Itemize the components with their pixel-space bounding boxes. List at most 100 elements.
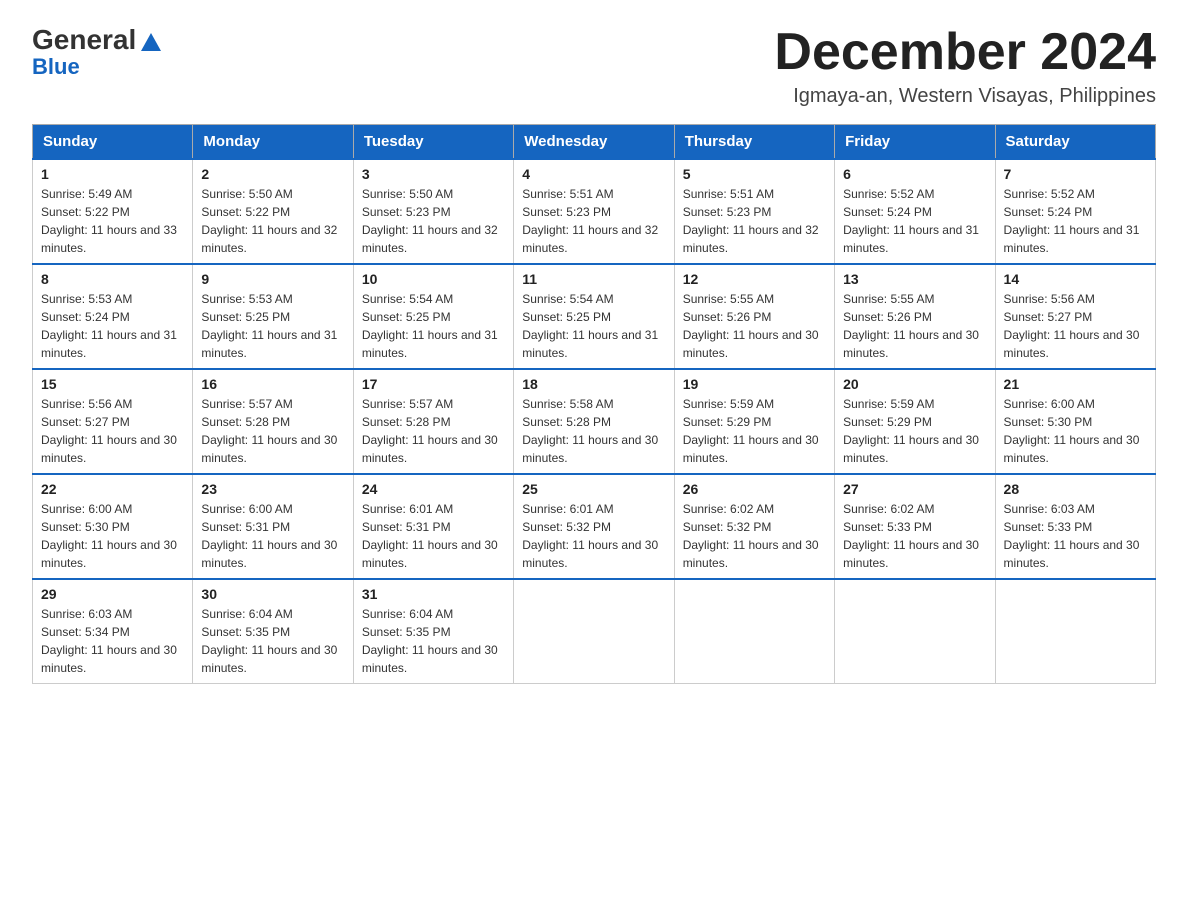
logo-blue-text: Blue [32,54,80,80]
day-number: 7 [1004,166,1147,182]
day-info: Sunrise: 6:01 AMSunset: 5:32 PMDaylight:… [522,500,665,572]
day-info: Sunrise: 5:55 AMSunset: 5:26 PMDaylight:… [683,290,826,362]
day-info: Sunrise: 6:00 AMSunset: 5:30 PMDaylight:… [41,500,184,572]
day-info: Sunrise: 5:50 AMSunset: 5:22 PMDaylight:… [201,185,344,257]
table-row: 17 Sunrise: 5:57 AMSunset: 5:28 PMDaylig… [353,369,513,474]
col-sunday: Sunday [33,125,193,160]
calendar-week-row: 22 Sunrise: 6:00 AMSunset: 5:30 PMDaylig… [33,474,1156,579]
location-subtitle: Igmaya-an, Western Visayas, Philippines [774,85,1156,108]
day-number: 30 [201,586,344,602]
day-info: Sunrise: 5:55 AMSunset: 5:26 PMDaylight:… [843,290,986,362]
day-number: 27 [843,481,986,497]
table-row: 8 Sunrise: 5:53 AMSunset: 5:24 PMDayligh… [33,264,193,369]
table-row: 19 Sunrise: 5:59 AMSunset: 5:29 PMDaylig… [674,369,834,474]
month-title: December 2024 [774,24,1156,81]
table-row: 27 Sunrise: 6:02 AMSunset: 5:33 PMDaylig… [835,474,995,579]
day-number: 24 [362,481,505,497]
table-row: 28 Sunrise: 6:03 AMSunset: 5:33 PMDaylig… [995,474,1155,579]
day-number: 11 [522,271,665,287]
col-tuesday: Tuesday [353,125,513,160]
table-row [995,579,1155,684]
table-row: 30 Sunrise: 6:04 AMSunset: 5:35 PMDaylig… [193,579,353,684]
day-number: 12 [683,271,826,287]
day-number: 20 [843,376,986,392]
day-info: Sunrise: 5:53 AMSunset: 5:24 PMDaylight:… [41,290,184,362]
day-number: 6 [843,166,986,182]
day-number: 21 [1004,376,1147,392]
day-info: Sunrise: 6:04 AMSunset: 5:35 PMDaylight:… [362,605,505,677]
col-wednesday: Wednesday [514,125,674,160]
table-row: 23 Sunrise: 6:00 AMSunset: 5:31 PMDaylig… [193,474,353,579]
day-info: Sunrise: 5:59 AMSunset: 5:29 PMDaylight:… [843,395,986,467]
day-info: Sunrise: 5:57 AMSunset: 5:28 PMDaylight:… [362,395,505,467]
table-row: 5 Sunrise: 5:51 AMSunset: 5:23 PMDayligh… [674,159,834,264]
day-info: Sunrise: 6:01 AMSunset: 5:31 PMDaylight:… [362,500,505,572]
day-number: 10 [362,271,505,287]
calendar-week-row: 29 Sunrise: 6:03 AMSunset: 5:34 PMDaylig… [33,579,1156,684]
day-info: Sunrise: 5:57 AMSunset: 5:28 PMDaylight:… [201,395,344,467]
day-number: 8 [41,271,184,287]
calendar-table: Sunday Monday Tuesday Wednesday Thursday… [32,124,1156,684]
col-saturday: Saturday [995,125,1155,160]
day-number: 18 [522,376,665,392]
day-info: Sunrise: 6:03 AMSunset: 5:34 PMDaylight:… [41,605,184,677]
day-info: Sunrise: 5:52 AMSunset: 5:24 PMDaylight:… [843,185,986,257]
day-number: 16 [201,376,344,392]
logo: General Blue [32,24,161,80]
table-row: 1 Sunrise: 5:49 AMSunset: 5:22 PMDayligh… [33,159,193,264]
day-info: Sunrise: 5:51 AMSunset: 5:23 PMDaylight:… [683,185,826,257]
table-row: 18 Sunrise: 5:58 AMSunset: 5:28 PMDaylig… [514,369,674,474]
logo-general-text: General [32,24,136,56]
day-number: 25 [522,481,665,497]
table-row: 4 Sunrise: 5:51 AMSunset: 5:23 PMDayligh… [514,159,674,264]
day-number: 23 [201,481,344,497]
table-row [674,579,834,684]
col-monday: Monday [193,125,353,160]
table-row: 13 Sunrise: 5:55 AMSunset: 5:26 PMDaylig… [835,264,995,369]
day-info: Sunrise: 6:04 AMSunset: 5:35 PMDaylight:… [201,605,344,677]
table-row: 11 Sunrise: 5:54 AMSunset: 5:25 PMDaylig… [514,264,674,369]
day-number: 9 [201,271,344,287]
table-row: 14 Sunrise: 5:56 AMSunset: 5:27 PMDaylig… [995,264,1155,369]
day-number: 29 [41,586,184,602]
table-row: 6 Sunrise: 5:52 AMSunset: 5:24 PMDayligh… [835,159,995,264]
table-row: 22 Sunrise: 6:00 AMSunset: 5:30 PMDaylig… [33,474,193,579]
day-number: 14 [1004,271,1147,287]
day-number: 31 [362,586,505,602]
calendar-week-row: 1 Sunrise: 5:49 AMSunset: 5:22 PMDayligh… [33,159,1156,264]
table-row: 29 Sunrise: 6:03 AMSunset: 5:34 PMDaylig… [33,579,193,684]
title-area: December 2024 Igmaya-an, Western Visayas… [774,24,1156,108]
day-info: Sunrise: 6:02 AMSunset: 5:32 PMDaylight:… [683,500,826,572]
day-info: Sunrise: 5:49 AMSunset: 5:22 PMDaylight:… [41,185,184,257]
table-row: 15 Sunrise: 5:56 AMSunset: 5:27 PMDaylig… [33,369,193,474]
calendar-week-row: 15 Sunrise: 5:56 AMSunset: 5:27 PMDaylig… [33,369,1156,474]
table-row: 10 Sunrise: 5:54 AMSunset: 5:25 PMDaylig… [353,264,513,369]
table-row: 7 Sunrise: 5:52 AMSunset: 5:24 PMDayligh… [995,159,1155,264]
day-info: Sunrise: 6:02 AMSunset: 5:33 PMDaylight:… [843,500,986,572]
day-info: Sunrise: 5:52 AMSunset: 5:24 PMDaylight:… [1004,185,1147,257]
day-info: Sunrise: 5:58 AMSunset: 5:28 PMDaylight:… [522,395,665,467]
day-number: 2 [201,166,344,182]
table-row: 31 Sunrise: 6:04 AMSunset: 5:35 PMDaylig… [353,579,513,684]
table-row: 12 Sunrise: 5:55 AMSunset: 5:26 PMDaylig… [674,264,834,369]
day-number: 15 [41,376,184,392]
table-row: 16 Sunrise: 5:57 AMSunset: 5:28 PMDaylig… [193,369,353,474]
table-row: 2 Sunrise: 5:50 AMSunset: 5:22 PMDayligh… [193,159,353,264]
day-info: Sunrise: 5:54 AMSunset: 5:25 PMDaylight:… [362,290,505,362]
day-number: 17 [362,376,505,392]
day-number: 13 [843,271,986,287]
page-header: General Blue December 2024 Igmaya-an, We… [32,24,1156,108]
table-row: 25 Sunrise: 6:01 AMSunset: 5:32 PMDaylig… [514,474,674,579]
day-info: Sunrise: 5:53 AMSunset: 5:25 PMDaylight:… [201,290,344,362]
logo-triangle-icon [141,33,161,51]
day-info: Sunrise: 5:56 AMSunset: 5:27 PMDaylight:… [41,395,184,467]
table-row: 20 Sunrise: 5:59 AMSunset: 5:29 PMDaylig… [835,369,995,474]
table-row: 26 Sunrise: 6:02 AMSunset: 5:32 PMDaylig… [674,474,834,579]
day-number: 28 [1004,481,1147,497]
day-number: 4 [522,166,665,182]
day-number: 3 [362,166,505,182]
day-info: Sunrise: 5:59 AMSunset: 5:29 PMDaylight:… [683,395,826,467]
day-number: 19 [683,376,826,392]
col-friday: Friday [835,125,995,160]
day-number: 22 [41,481,184,497]
